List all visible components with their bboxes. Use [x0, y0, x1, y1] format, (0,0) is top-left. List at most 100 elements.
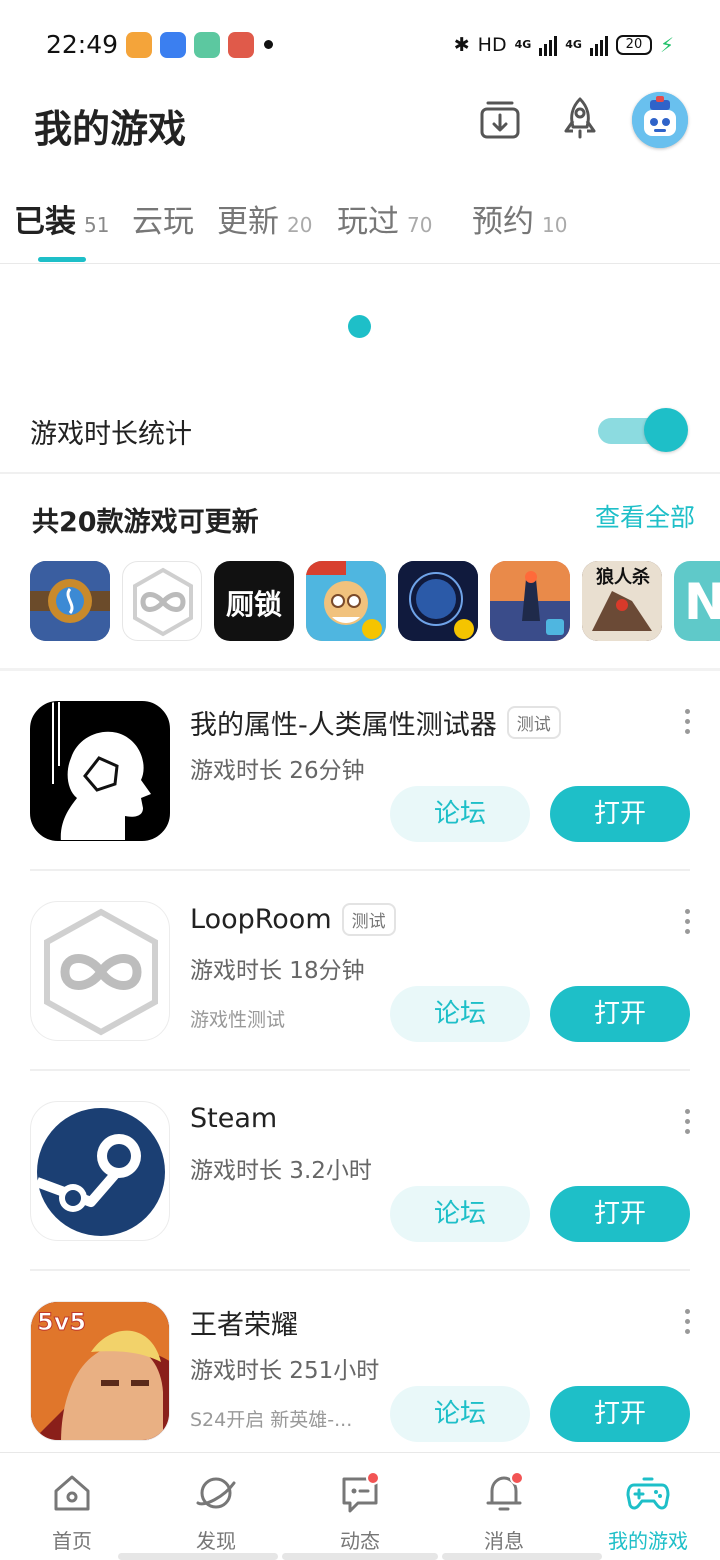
- status-app-icon: [160, 32, 186, 58]
- view-all-link[interactable]: 查看全部: [595, 498, 695, 534]
- gamepad-icon: [626, 1477, 670, 1510]
- loading-indicator: [348, 315, 371, 338]
- open-button[interactable]: 打开: [550, 1186, 690, 1242]
- playtime-text: 游戏时长 18分钟: [190, 958, 365, 984]
- bluetooth-icon: ✱: [453, 34, 470, 56]
- rocket-icon[interactable]: [556, 95, 604, 143]
- hearthstone-icon[interactable]: [30, 561, 110, 641]
- game-tabs: 已装 51 云玩 更新 20 玩过 70 预约 10: [0, 190, 720, 264]
- game-item[interactable]: LoopRoom 测试 游戏时长 18分钟 游戏性测试 论坛 打开: [0, 901, 720, 1101]
- hd-label: HD: [477, 34, 507, 56]
- playtime-stats-toggle[interactable]: [598, 408, 688, 452]
- game-icon: [30, 701, 170, 841]
- dead-cells-icon[interactable]: [490, 561, 570, 641]
- game-item[interactable]: Steam 游戏时长 3.2小时 论坛 打开: [0, 1101, 720, 1301]
- tab-reserved[interactable]: 预约 10: [472, 196, 567, 241]
- status-bar: 22:49 ✱ HD 4G 4G 20 ⚡: [0, 0, 720, 88]
- open-button[interactable]: 打开: [550, 986, 690, 1042]
- nav-my-games[interactable]: 我的游戏: [576, 1453, 720, 1560]
- bottom-navigation: 首页 发现 动态 消息 我的游戏: [0, 1452, 720, 1560]
- more-options-icon[interactable]: [680, 1309, 694, 1337]
- active-tab-indicator: [38, 257, 86, 262]
- game-title-row: 我的属性-人类属性测试器 测试: [190, 703, 561, 742]
- network-label: 4G: [514, 38, 532, 51]
- game-icon-5[interactable]: [398, 561, 478, 641]
- forum-button[interactable]: 论坛: [390, 1186, 530, 1242]
- n-game-icon[interactable]: N: [674, 561, 720, 641]
- status-app-icon: [126, 32, 152, 58]
- status-time: 22:49: [46, 30, 119, 59]
- tab-cloud-play[interactable]: 云玩: [132, 196, 194, 241]
- tab-updates[interactable]: 更新 20: [217, 196, 312, 241]
- nav-label: 动态: [340, 1529, 380, 1553]
- open-button[interactable]: 打开: [550, 1386, 690, 1442]
- svg-text:5v5: 5v5: [37, 1308, 86, 1336]
- notification-dot: [510, 1471, 524, 1485]
- network-label: 4G: [565, 38, 582, 51]
- forum-button[interactable]: 论坛: [390, 1386, 530, 1442]
- forum-button[interactable]: 论坛: [390, 786, 530, 842]
- werewolf-icon[interactable]: 狼人杀: [582, 561, 662, 641]
- update-icon-strip: 厕锁 狼人杀 N: [30, 561, 720, 641]
- open-button[interactable]: 打开: [550, 786, 690, 842]
- game-icon: 5v5: [30, 1301, 170, 1441]
- more-options-icon[interactable]: [680, 1109, 694, 1137]
- item-divider: [30, 1269, 690, 1271]
- more-options-icon[interactable]: [680, 709, 694, 737]
- download-manager-icon[interactable]: [476, 95, 524, 143]
- gesture-bar: [118, 1553, 278, 1560]
- nav-label: 我的游戏: [608, 1529, 688, 1553]
- status-app-icon: [228, 32, 254, 58]
- charging-icon: ⚡: [659, 33, 674, 57]
- nav-discover[interactable]: 发现: [144, 1453, 288, 1560]
- item-divider: [30, 1069, 690, 1071]
- game-icon-4[interactable]: [306, 561, 386, 641]
- looproom-icon[interactable]: [122, 561, 202, 641]
- game-note: 游戏性测试: [190, 1009, 286, 1031]
- notification-dot: [366, 1471, 380, 1485]
- gesture-bar: [442, 1553, 602, 1560]
- gesture-bar: [282, 1553, 438, 1560]
- nav-label: 首页: [52, 1529, 92, 1553]
- battery-icon: 20: [615, 35, 652, 55]
- playtime-text: 游戏时长 251小时: [190, 1358, 380, 1384]
- game-item[interactable]: 我的属性-人类属性测试器 测试 游戏时长 26分钟 论坛 打开: [0, 701, 720, 901]
- nav-messages[interactable]: 消息: [432, 1453, 576, 1560]
- planet-icon: [196, 1477, 236, 1509]
- game-title: Steam: [190, 1103, 278, 1134]
- updates-title: 共20款游戏可更新: [32, 507, 259, 538]
- test-badge: 测试: [341, 903, 396, 936]
- page-title: 我的游戏: [34, 107, 187, 151]
- game-icon: [30, 1101, 170, 1241]
- nav-label: 消息: [484, 1529, 524, 1553]
- status-indicators: ✱ HD 4G 4G 20 ⚡: [454, 30, 674, 60]
- avatar[interactable]: [632, 92, 688, 148]
- more-options-icon[interactable]: [680, 909, 694, 937]
- playtime-stats-row: 游戏时长统计: [0, 392, 720, 474]
- nav-label: 发现: [196, 1529, 236, 1553]
- test-badge: 测试: [506, 706, 561, 739]
- status-more-dot: [264, 40, 273, 49]
- game-title: LoopRoom: [190, 904, 332, 935]
- signal-icon: [589, 34, 608, 56]
- tab-played[interactable]: 玩过 70: [337, 196, 432, 241]
- playtime-text: 游戏时长 3.2小时: [190, 1158, 372, 1184]
- game-title: 我的属性-人类属性测试器: [190, 710, 497, 741]
- cesuo-icon[interactable]: 厕锁: [214, 561, 294, 641]
- section-divider: [0, 668, 720, 671]
- game-icon: [30, 901, 170, 1041]
- tab-installed[interactable]: 已装 51: [14, 196, 109, 241]
- toggle-knob: [644, 408, 688, 452]
- game-title-row: 王者荣耀: [190, 1303, 298, 1342]
- page-header: 我的游戏: [0, 88, 720, 168]
- playtime-text: 游戏时长 26分钟: [190, 758, 365, 784]
- game-title-row: LoopRoom 测试: [190, 903, 396, 936]
- signal-icon: [539, 34, 558, 56]
- game-note: S24开启 新英雄-...: [190, 1409, 353, 1431]
- nav-home[interactable]: 首页: [0, 1453, 144, 1560]
- status-app-icon: [194, 32, 220, 58]
- nav-feed[interactable]: 动态: [288, 1453, 432, 1560]
- home-icon: [54, 1475, 90, 1511]
- forum-button[interactable]: 论坛: [390, 986, 530, 1042]
- game-title: 王者荣耀: [190, 1310, 298, 1341]
